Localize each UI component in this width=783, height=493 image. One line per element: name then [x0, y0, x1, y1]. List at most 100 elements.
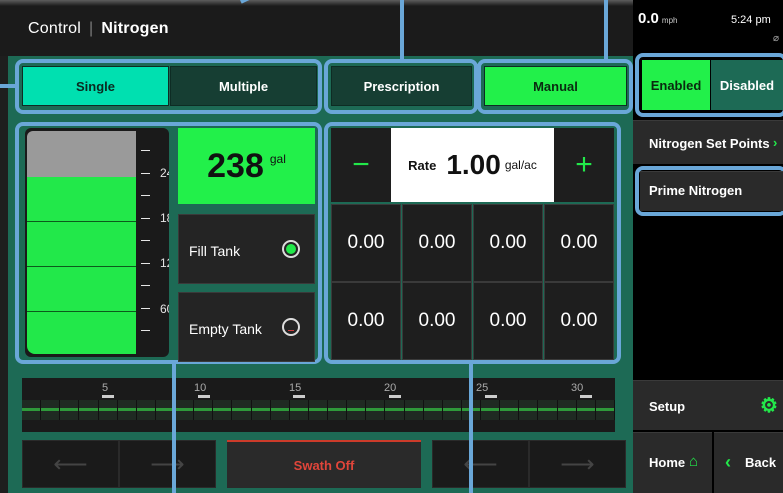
callout-line [604, 0, 608, 59]
satellite-icon: ⌀ [773, 33, 780, 44]
fill-tank-radio[interactable] [282, 240, 300, 258]
empty-tank-button[interactable]: Empty Tank [178, 292, 315, 362]
row-rate-cell: 0.00 [402, 204, 472, 282]
prime-nitrogen-label: Prime Nitrogen [649, 183, 743, 198]
top-fade [0, 0, 633, 6]
enabled-button[interactable]: Enabled [642, 60, 710, 110]
clock: 5:24 pm [731, 14, 771, 26]
single-mode-button[interactable]: Single [22, 66, 169, 106]
manual-button[interactable]: Manual [484, 66, 627, 106]
gauge-tick [141, 263, 150, 264]
disabled-button[interactable]: Disabled [711, 60, 783, 110]
swath-segment [366, 400, 386, 420]
gauge-tick [141, 240, 150, 241]
swath-segment [194, 400, 214, 420]
gauge-tick-label: 60 [160, 302, 169, 316]
gauge-tick-label: 240 [160, 166, 169, 180]
swath-segment-bar [289, 408, 308, 411]
swath-segment [213, 400, 233, 420]
swath-scale-mark [102, 395, 115, 398]
swath-segment-bar [232, 408, 251, 411]
swath-segment-bar [442, 408, 461, 411]
swath-segment [538, 400, 558, 420]
row-rate-cell: 0.00 [544, 204, 614, 282]
home-icon: ⌂ [689, 453, 699, 470]
arrow-right-icon: ⟶ [560, 450, 595, 478]
prescription-button[interactable]: Prescription [331, 66, 472, 106]
swath-segment-bar [270, 408, 289, 411]
swath-segment [98, 400, 118, 420]
rate-increase-button[interactable]: + [554, 128, 614, 202]
row-rate-cell: 0.00 [473, 204, 543, 282]
swath-segment-bar [347, 408, 366, 411]
swath-segment [289, 400, 309, 420]
swath-segment-bar [194, 408, 213, 411]
swath-segment-bar [576, 408, 595, 411]
rate-unit: gal/ac [504, 158, 537, 172]
swath-segment-bar [366, 408, 385, 411]
swath-segment-bar [328, 408, 347, 411]
rate-control: − Rate 1.00 gal/ac + [331, 128, 614, 202]
home-label: Home [649, 455, 686, 470]
swath-segment-bar [423, 408, 442, 411]
swath-segment [136, 400, 156, 420]
gauge-tick-label: 180 [160, 211, 169, 225]
back-label: Back [745, 455, 777, 470]
rate-label: Rate [408, 157, 437, 173]
swath-segment [328, 400, 348, 420]
fill-tank-button[interactable]: Fill Tank [178, 214, 315, 284]
gear-icon: ⚙ [760, 395, 778, 417]
shift-right-button-right[interactable]: ⟶ [529, 440, 626, 488]
gauge-tick-label: 120 [160, 256, 169, 270]
prime-nitrogen-button[interactable]: Prime Nitrogen [640, 171, 783, 211]
swath-segment-bar [60, 408, 79, 411]
swath-segment-bar [22, 408, 41, 411]
swath-scale-label: 30 [571, 382, 584, 394]
gauge-line [27, 311, 136, 312]
swath-segment [308, 400, 329, 420]
rate-decrease-button[interactable]: − [331, 128, 391, 202]
tank-volume-readout: 238 gal [178, 128, 315, 204]
breadcrumb-separator: | [88, 20, 94, 37]
nitrogen-set-points-button[interactable]: Nitrogen Set Points › [633, 120, 783, 164]
row-rate-cell: 0.00 [331, 204, 401, 282]
swath-segment [385, 400, 405, 420]
swath-segment-bar [519, 408, 538, 411]
swath-segment [251, 400, 271, 420]
multiple-mode-button[interactable]: Multiple [170, 66, 317, 106]
arrow-right-icon: ⟶ [150, 450, 185, 478]
fill-tank-label: Fill Tank [189, 243, 241, 259]
swath-segment-bar [79, 408, 98, 411]
shift-left-button-right[interactable]: ⟵ [432, 440, 529, 488]
swath-segment-bar [538, 408, 557, 411]
empty-tank-radio[interactable] [282, 318, 300, 336]
rate-display[interactable]: Rate 1.00 gal/ac [391, 128, 554, 202]
tank-level-gauge: 240 180 120 60 [25, 128, 169, 357]
back-button[interactable]: ‹ Back [714, 432, 783, 493]
speed-readout: 0.0 mph [638, 10, 677, 27]
swath-segment-bar [595, 408, 614, 411]
right-sidebar: 0.0 mph 5:24 pm ⌀ Enabled Disabled Nitro… [633, 0, 783, 493]
header-bar: Control | Nitrogen [0, 0, 633, 56]
swath-segment [595, 400, 615, 420]
row-rate-cell: 0.00 [402, 282, 472, 360]
swath-segment [79, 400, 99, 420]
shift-left-button[interactable]: ⟵ [22, 440, 119, 488]
swath-segment-bar [41, 408, 60, 411]
chevron-right-icon: › [773, 135, 778, 150]
empty-tank-label: Empty Tank [189, 321, 262, 337]
swath-segment [423, 400, 443, 420]
swath-segment [232, 400, 252, 420]
gauge-line [27, 266, 136, 267]
swath-segment-bar [98, 408, 117, 411]
swath-segment [175, 400, 195, 420]
row-rate-cell: 0.00 [473, 282, 543, 360]
swath-scale-label: 15 [289, 382, 302, 394]
swath-segment [519, 400, 539, 420]
swath-segment [576, 400, 596, 420]
setup-button[interactable]: Setup ⚙ [633, 380, 783, 430]
callout-line [400, 0, 404, 59]
swath-off-button[interactable]: Swath Off [227, 440, 421, 488]
shift-right-button[interactable]: ⟶ [119, 440, 216, 488]
home-button[interactable]: Home ⌂ [633, 432, 712, 493]
